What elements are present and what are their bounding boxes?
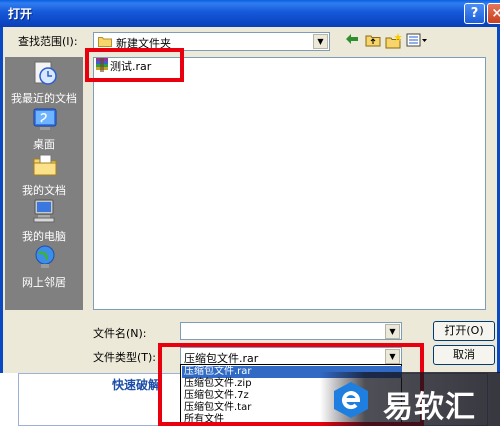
chevron-down-icon[interactable]: ▼: [385, 324, 400, 339]
network-places-icon: [35, 245, 55, 268]
folder-icon: [98, 37, 112, 47]
cancel-button[interactable]: 取消: [433, 345, 495, 365]
new-folder-icon[interactable]: [385, 33, 403, 49]
background-text: 快速破解: [112, 378, 161, 392]
place-label: 桌面: [33, 138, 55, 151]
place-label: 我的文档: [22, 184, 66, 197]
lookin-label: 查找范围(I):: [18, 35, 78, 48]
desktop-icon: [33, 108, 57, 130]
views-menu-icon[interactable]: [406, 33, 428, 49]
chevron-down-icon[interactable]: ▼: [313, 34, 328, 49]
help-button[interactable]: ?: [464, 3, 485, 24]
my-documents-icon: [33, 154, 57, 176]
filename-input[interactable]: ▼: [180, 322, 402, 340]
filename-label: 文件名(N):: [93, 327, 147, 340]
watermark-logo-icon: [334, 382, 368, 418]
place-label: 网上邻居: [22, 276, 66, 289]
my-computer-icon: [33, 199, 55, 223]
close-button[interactable]: ×: [487, 3, 500, 24]
back-arrow-icon[interactable]: [343, 33, 361, 49]
place-label: 我最近的文档: [11, 92, 77, 105]
watermark-text: 易软汇: [383, 390, 476, 425]
up-folder-icon[interactable]: [364, 33, 382, 49]
recent-documents-icon: [34, 61, 57, 85]
place-label: 我的电脑: [22, 230, 66, 243]
highlight-box: [85, 48, 184, 82]
file-list[interactable]: [93, 57, 486, 310]
window-title: 打开: [8, 7, 33, 21]
filetype-label: 文件类型(T):: [93, 351, 157, 364]
title-bar: [0, 0, 500, 27]
open-button[interactable]: 打开(O): [433, 321, 495, 341]
